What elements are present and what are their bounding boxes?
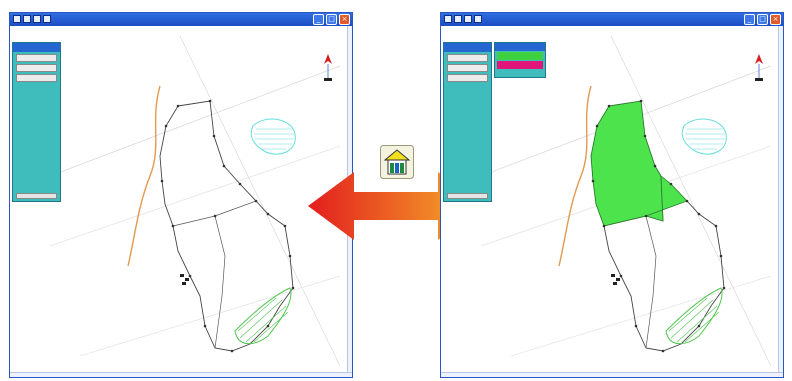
title-bar[interactable]: _ □ × xyxy=(441,13,783,26)
horizontal-scrollbar[interactable] xyxy=(10,372,352,377)
map-window-left: _ □ × xyxy=(9,12,353,378)
toolbar-icon[interactable] xyxy=(33,15,41,23)
tool-panel-header[interactable] xyxy=(13,43,60,52)
tool-panel-header[interactable] xyxy=(444,43,491,52)
minimize-icon[interactable]: _ xyxy=(313,14,324,25)
toolbar-icon[interactable] xyxy=(474,15,482,23)
horizontal-scrollbar[interactable] xyxy=(441,372,783,377)
tool-button[interactable] xyxy=(16,54,57,62)
panel-footer[interactable] xyxy=(447,193,488,199)
app-icon xyxy=(444,15,452,23)
title-icons xyxy=(444,15,482,23)
window-controls: _ □ × xyxy=(744,14,781,25)
maximize-icon[interactable]: □ xyxy=(326,14,337,25)
minimize-icon[interactable]: _ xyxy=(744,14,755,25)
selection-popup xyxy=(494,42,546,78)
map-window-right: _ □ × xyxy=(440,12,784,378)
popup-item[interactable] xyxy=(497,61,543,69)
toolbar-icon[interactable] xyxy=(23,15,31,23)
toolbar-icon[interactable] xyxy=(464,15,472,23)
popup-item[interactable] xyxy=(497,52,543,60)
tool-button[interactable] xyxy=(16,74,57,82)
tool-button[interactable] xyxy=(16,64,57,72)
tool-button[interactable] xyxy=(447,64,488,72)
toolbar-icon[interactable] xyxy=(43,15,51,23)
app-icon xyxy=(13,15,21,23)
map-canvas[interactable] xyxy=(441,26,783,377)
tool-panel xyxy=(12,42,61,202)
tool-button[interactable] xyxy=(447,54,488,62)
tool-button[interactable] xyxy=(447,74,488,82)
toolbar-icon[interactable] xyxy=(454,15,462,23)
close-icon[interactable]: × xyxy=(339,14,350,25)
maximize-icon[interactable]: □ xyxy=(757,14,768,25)
map-canvas[interactable] xyxy=(10,26,352,377)
title-icons xyxy=(13,15,51,23)
title-bar[interactable]: _ □ × xyxy=(10,13,352,26)
panel-footer[interactable] xyxy=(16,193,57,199)
popup-header[interactable] xyxy=(495,43,545,51)
window-controls: _ □ × xyxy=(313,14,350,25)
vertical-scrollbar[interactable] xyxy=(778,26,783,377)
close-icon[interactable]: × xyxy=(770,14,781,25)
tool-panel xyxy=(443,42,492,202)
